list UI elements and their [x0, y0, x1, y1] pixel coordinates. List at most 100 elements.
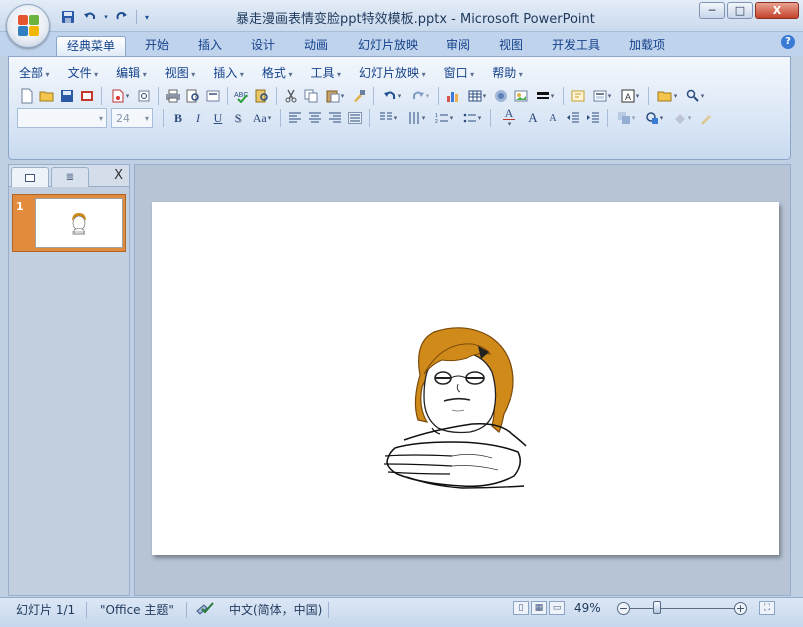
cut-icon[interactable]	[281, 86, 301, 106]
minimize-button[interactable]: ─	[699, 2, 725, 19]
smartart-icon[interactable]	[491, 86, 511, 106]
window-controls: ─ □ X	[699, 2, 799, 19]
textbox-icon[interactable]: A	[616, 86, 644, 106]
font-color-button[interactable]: A	[495, 107, 523, 128]
align-center-icon[interactable]	[305, 108, 325, 128]
font-name-combo[interactable]	[17, 108, 107, 128]
research-icon[interactable]	[252, 86, 272, 106]
undo-dropdown-icon[interactable]: ▾	[102, 8, 110, 26]
outline-tab-icon: ≣	[65, 172, 75, 183]
shape-fill-icon[interactable]	[668, 108, 696, 128]
zoom-in-icon[interactable]: +	[734, 602, 747, 615]
chart-icon[interactable]	[443, 86, 463, 106]
table-icon[interactable]	[463, 86, 491, 106]
menu-file[interactable]: 文件	[68, 64, 99, 82]
quick-styles-icon[interactable]	[640, 108, 668, 128]
format-painter-icon[interactable]	[349, 86, 369, 106]
shrink-font-button[interactable]: A	[543, 108, 563, 128]
permission-icon[interactable]	[77, 86, 97, 106]
bullets-icon[interactable]	[458, 108, 486, 128]
undo-icon[interactable]	[378, 86, 406, 106]
open-icon[interactable]	[37, 86, 57, 106]
italic-button[interactable]: I	[188, 108, 208, 128]
tab-insert[interactable]: 插入	[192, 36, 228, 56]
zoom-slider-thumb[interactable]	[653, 601, 661, 614]
underline-button[interactable]: U	[208, 108, 228, 128]
shapes-icon[interactable]	[653, 86, 681, 106]
new-icon[interactable]	[17, 86, 37, 106]
zoom-level[interactable]: 49%	[574, 601, 601, 615]
tab-developer[interactable]: 开发工具	[546, 36, 606, 56]
menu-insert[interactable]: 插入	[213, 64, 244, 82]
tab-addins[interactable]: 加载项	[624, 36, 670, 56]
justify-icon[interactable]	[345, 108, 365, 128]
slide-canvas[interactable]	[152, 202, 779, 555]
menu-edit[interactable]: 编辑	[116, 64, 147, 82]
new-slide-icon[interactable]	[568, 86, 588, 106]
menu-view[interactable]: 视图	[165, 64, 196, 82]
paste-icon[interactable]	[321, 86, 349, 106]
decrease-indent-icon[interactable]	[563, 108, 583, 128]
numbering-icon[interactable]: 12	[430, 108, 458, 128]
help-icon[interactable]: ?	[781, 35, 795, 49]
redo-icon[interactable]	[406, 86, 434, 106]
align-left-icon[interactable]	[285, 108, 305, 128]
print-icon[interactable]	[163, 86, 183, 106]
export-pdf-icon[interactable]	[106, 86, 134, 106]
tab-slideshow[interactable]: 幻灯片放映	[352, 36, 424, 56]
rage-comic-face-image[interactable]	[152, 202, 779, 555]
undo-icon[interactable]	[80, 8, 100, 26]
slideshow-view-button[interactable]: ▭	[549, 601, 565, 615]
spelling-icon[interactable]: ABC	[232, 86, 252, 106]
shadow-button[interactable]: S	[228, 108, 248, 128]
office-button[interactable]	[6, 4, 50, 48]
save-icon[interactable]	[58, 8, 78, 26]
slide-sorter-view-button[interactable]: ▦	[531, 601, 547, 615]
layout-icon[interactable]	[588, 86, 616, 106]
line-style-icon[interactable]	[531, 86, 559, 106]
arrange-icon[interactable]	[612, 108, 640, 128]
customize-icon[interactable]: ▾	[141, 8, 153, 26]
spelling-status-icon[interactable]	[196, 601, 214, 618]
zoom-slider-track[interactable]	[630, 608, 738, 609]
tab-design[interactable]: 设计	[245, 36, 281, 56]
grow-font-button[interactable]: A	[523, 108, 543, 128]
columns-icon[interactable]	[374, 108, 402, 128]
zoom-out-icon[interactable]: −	[617, 602, 630, 615]
copy-icon[interactable]	[301, 86, 321, 106]
menu-tools[interactable]: 工具	[310, 64, 341, 82]
redo-icon[interactable]	[112, 8, 132, 26]
print-preview-icon[interactable]	[183, 86, 203, 106]
bold-button[interactable]: B	[168, 108, 188, 128]
close-pane-icon[interactable]: X	[114, 168, 123, 183]
picture-icon[interactable]	[511, 86, 531, 106]
menu-format[interactable]: 格式	[262, 64, 293, 82]
fit-window-icon[interactable]: ⛶	[759, 601, 775, 615]
slide-thumbnail-1[interactable]: 1	[12, 194, 126, 252]
close-button[interactable]: X	[755, 2, 799, 19]
menu-slideshow[interactable]: 幻灯片放映	[359, 64, 426, 82]
tab-view[interactable]: 视图	[493, 36, 529, 56]
menu-help[interactable]: 帮助	[492, 64, 523, 82]
align-right-icon[interactable]	[325, 108, 345, 128]
tab-classic-menu[interactable]: 经典菜单	[56, 36, 126, 56]
tab-animations[interactable]: 动画	[298, 36, 334, 56]
attach-icon[interactable]	[134, 86, 154, 106]
tab-home[interactable]: 开始	[138, 36, 176, 56]
slide-layout-icon[interactable]	[203, 86, 223, 106]
shape-outline-icon[interactable]	[696, 108, 716, 128]
save-icon[interactable]	[57, 86, 77, 106]
change-case-button[interactable]: Aa	[248, 108, 276, 128]
normal-view-button[interactable]: ▯	[513, 601, 529, 615]
maximize-button[interactable]: □	[727, 2, 753, 19]
text-direction-icon[interactable]	[402, 108, 430, 128]
slides-tab[interactable]	[11, 167, 49, 187]
outline-tab[interactable]: ≣	[51, 167, 89, 187]
find-icon[interactable]	[681, 86, 709, 106]
font-size-combo[interactable]: 24	[111, 108, 153, 128]
tab-review[interactable]: 审阅	[440, 36, 476, 56]
menu-all[interactable]: 全部	[19, 64, 50, 82]
increase-indent-icon[interactable]	[583, 108, 603, 128]
menu-window[interactable]: 窗口	[444, 64, 475, 82]
language-status[interactable]: 中文(简体，中国)	[229, 601, 322, 618]
